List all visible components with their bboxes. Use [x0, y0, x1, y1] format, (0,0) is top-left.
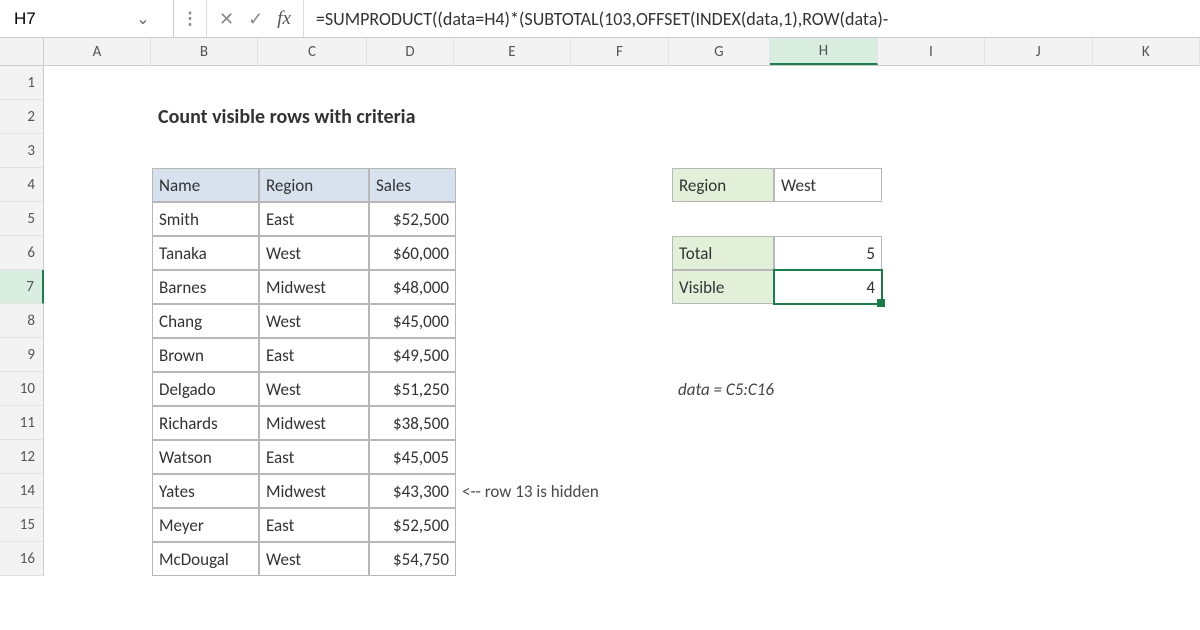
row-header-7[interactable]: 7 — [0, 270, 44, 304]
col-header-F[interactable]: F — [571, 38, 669, 65]
table-cell[interactable]: $52,500 — [369, 202, 456, 236]
row-headers: 1 2 3 4 5 6 7 8 9 10 11 12 14 15 16 — [0, 66, 44, 576]
tbl-header-name[interactable]: Name — [152, 168, 259, 202]
table-cell[interactable]: Midwest — [259, 270, 369, 304]
cancel-icon[interactable]: ✕ — [219, 10, 234, 28]
summary-visible-label[interactable]: Visible — [672, 270, 774, 304]
table-cell[interactable]: Midwest — [259, 474, 369, 508]
row-header-5[interactable]: 5 — [0, 202, 43, 236]
named-range-note: data = C5:C16 — [672, 372, 892, 406]
name-box-dropdown[interactable]: ⌄ — [128, 9, 158, 29]
excel-window: ⌄ ⋮ ✕ ✓ fx =SUMPRODUCT((data=H4)*(SUBTOT… — [0, 0, 1200, 630]
row-header-11[interactable]: 11 — [0, 406, 43, 440]
row-header-14[interactable]: 14 — [0, 474, 43, 508]
summary-total-label[interactable]: Total — [672, 236, 774, 270]
table-cell[interactable]: Delgado — [152, 372, 259, 406]
summary-visible-value: 4 — [866, 277, 875, 298]
table-cell[interactable]: Barnes — [152, 270, 259, 304]
summary-region-label[interactable]: Region — [672, 168, 774, 202]
row-header-12[interactable]: 12 — [0, 440, 43, 474]
table-cell[interactable]: West — [259, 236, 369, 270]
grid: 1 2 3 4 5 6 7 8 9 10 11 12 14 15 16 Coun… — [0, 66, 1200, 576]
table-cell[interactable]: East — [259, 202, 369, 236]
summary-total-value[interactable]: 5 — [774, 236, 882, 270]
table-cell[interactable]: West — [259, 542, 369, 576]
fill-handle[interactable] — [877, 299, 885, 307]
page-title: Count visible rows with criteria — [152, 100, 552, 134]
table-cell[interactable]: Midwest — [259, 406, 369, 440]
row-header-4[interactable]: 4 — [0, 168, 43, 202]
name-box-wrap: ⌄ — [0, 0, 174, 37]
table-cell[interactable]: McDougal — [152, 542, 259, 576]
col-header-E[interactable]: E — [454, 38, 571, 65]
table-cell[interactable]: $49,500 — [369, 338, 456, 372]
fx-icon[interactable]: fx — [277, 9, 291, 28]
table-cell[interactable]: West — [259, 304, 369, 338]
select-all-corner[interactable] — [0, 38, 44, 65]
table-cell[interactable]: Yates — [152, 474, 259, 508]
table-cell[interactable]: $45,000 — [369, 304, 456, 338]
col-header-A[interactable]: A — [44, 38, 151, 65]
table-cell[interactable]: $60,000 — [369, 236, 456, 270]
table-cell[interactable]: $43,300 — [369, 474, 456, 508]
row-header-8[interactable]: 8 — [0, 304, 43, 338]
col-header-G[interactable]: G — [669, 38, 771, 65]
chevron-down-icon: ⌄ — [136, 10, 149, 29]
table-cell[interactable]: West — [259, 372, 369, 406]
col-header-C[interactable]: C — [258, 38, 367, 65]
table-cell[interactable]: East — [259, 508, 369, 542]
table-cell[interactable]: $38,500 — [369, 406, 456, 440]
table-cell[interactable]: Chang — [152, 304, 259, 338]
table-cell[interactable]: Watson — [152, 440, 259, 474]
table-cell[interactable]: Richards — [152, 406, 259, 440]
summary-region-value[interactable]: West — [774, 168, 882, 202]
table-cell[interactable]: Brown — [152, 338, 259, 372]
col-header-H[interactable]: H — [770, 38, 877, 65]
table-cell[interactable]: $45,005 — [369, 440, 456, 474]
table-cell[interactable]: Smith — [152, 202, 259, 236]
table-cell[interactable]: $52,500 — [369, 508, 456, 542]
row-header-3[interactable]: 3 — [0, 134, 43, 168]
col-header-J[interactable]: J — [985, 38, 1092, 65]
tbl-header-region[interactable]: Region — [259, 168, 369, 202]
table-cell[interactable]: $51,250 — [369, 372, 456, 406]
table-cell[interactable]: $48,000 — [369, 270, 456, 304]
row-header-2[interactable]: 2 — [0, 100, 43, 134]
row-header-16[interactable]: 16 — [0, 542, 43, 576]
table-cell[interactable]: $54,750 — [369, 542, 456, 576]
hidden-row-note: <-- row 13 is hidden — [456, 474, 676, 508]
table-cell[interactable]: East — [259, 440, 369, 474]
cells-area[interactable]: Count visible rows with criteria Name Re… — [44, 66, 1200, 576]
row-header-1[interactable]: 1 — [0, 66, 43, 100]
table-cell[interactable]: East — [259, 338, 369, 372]
column-headers: A B C D E F G H I J K — [0, 38, 1200, 66]
formula-bar-buttons: ✕ ✓ fx — [207, 0, 304, 37]
accept-icon[interactable]: ✓ — [248, 10, 263, 28]
formula-bar-divider: ⋮ — [174, 0, 207, 37]
row-header-9[interactable]: 9 — [0, 338, 43, 372]
formula-bar: ⌄ ⋮ ✕ ✓ fx =SUMPRODUCT((data=H4)*(SUBTOT… — [0, 0, 1200, 38]
table-cell[interactable]: Tanaka — [152, 236, 259, 270]
selected-cell[interactable]: 4 — [774, 270, 882, 304]
tbl-header-sales[interactable]: Sales — [369, 168, 456, 202]
col-header-B[interactable]: B — [151, 38, 257, 65]
formula-input[interactable]: =SUMPRODUCT((data=H4)*(SUBTOTAL(103,OFFS… — [304, 0, 1200, 37]
row-header-15[interactable]: 15 — [0, 508, 43, 542]
col-header-I[interactable]: I — [878, 38, 985, 65]
row-header-10[interactable]: 10 — [0, 372, 43, 406]
col-header-K[interactable]: K — [1093, 38, 1200, 65]
table-cell[interactable]: Meyer — [152, 508, 259, 542]
name-box[interactable] — [8, 5, 128, 33]
col-header-D[interactable]: D — [367, 38, 454, 65]
row-header-6[interactable]: 6 — [0, 236, 43, 270]
